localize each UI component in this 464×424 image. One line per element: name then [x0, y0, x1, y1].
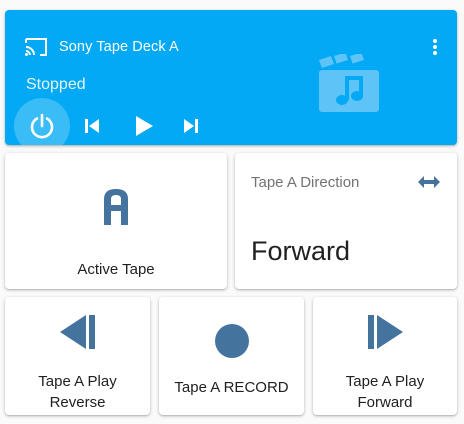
skip-next-icon	[184, 119, 198, 133]
alpha-a-icon	[104, 189, 128, 230]
direction-value: Forward	[251, 236, 351, 266]
more-options-button[interactable]	[425, 36, 445, 58]
play-reverse-icon	[58, 313, 98, 356]
button-label-line2: Reverse	[49, 394, 106, 411]
active-tape-label: Active Tape	[77, 261, 155, 278]
cast-icon	[24, 37, 48, 62]
button-label: Tape A RECORD	[174, 379, 289, 396]
power-icon	[30, 113, 54, 139]
skip-previous-icon	[85, 119, 99, 133]
play-icon	[136, 116, 153, 136]
movie-music-icon	[317, 52, 381, 117]
button-label-line2: Forward	[357, 394, 413, 411]
play-forward-icon	[365, 313, 405, 356]
direction-title: Tape A Direction	[251, 174, 360, 191]
media-player-state: Stopped	[26, 76, 86, 93]
active-tape-card[interactable]: Active Tape	[5, 153, 227, 289]
next-track-button[interactable]	[181, 116, 201, 141]
button-label-line1: Tape A Play	[345, 373, 425, 390]
direction-card[interactable]: Tape A Direction Forward	[235, 153, 457, 289]
record-icon	[214, 323, 250, 364]
tape-a-play-reverse-button[interactable]: Tape A Play Reverse	[5, 297, 150, 415]
button-label-line1: Tape A Play	[38, 373, 117, 390]
play-button[interactable]	[132, 114, 156, 143]
power-button[interactable]	[14, 98, 70, 145]
swap-horizontal-icon	[418, 175, 440, 194]
tape-a-play-forward-button[interactable]: Tape A Play Forward	[313, 297, 457, 415]
media-player-card: Sony Tape Deck A Stopped	[5, 10, 457, 145]
tape-a-record-button[interactable]: Tape A RECORD	[159, 297, 304, 415]
media-player-title: Sony Tape Deck A	[59, 39, 179, 55]
previous-track-button[interactable]	[82, 116, 102, 141]
